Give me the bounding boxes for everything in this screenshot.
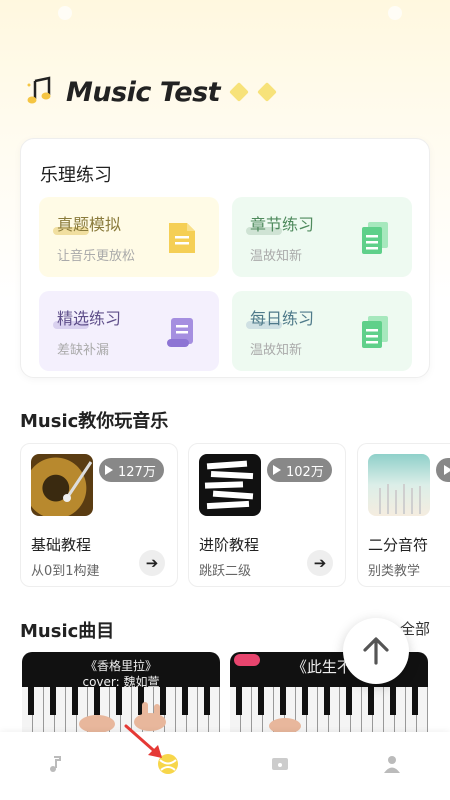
course-subtitle: 跳跃二级 xyxy=(199,564,252,579)
play-icon xyxy=(273,465,281,475)
tile-selected-practice[interactable]: 精选练习 差缺补漏 xyxy=(39,291,219,371)
play-count-badge: 102万 xyxy=(267,458,332,482)
course-card[interactable]: 127万 基础教程 从0到1构建 ➔ xyxy=(20,443,178,587)
folder-music-icon xyxy=(272,758,288,770)
course-thumbnail xyxy=(368,454,430,516)
play-icon xyxy=(105,465,113,475)
course-name: 基础教程 xyxy=(31,536,92,554)
tab-profile[interactable] xyxy=(378,750,406,778)
arrow-right-icon[interactable]: ➔ xyxy=(139,550,165,576)
play-count: 127万 xyxy=(118,464,156,480)
documents-icon xyxy=(360,221,390,259)
tile-title: 精选练习 xyxy=(57,309,122,328)
course-card[interactable]: 二分音符 别类教学 xyxy=(357,443,450,587)
document-icon xyxy=(167,221,197,259)
tile-chapter-practice[interactable]: 章节练习 温故知新 xyxy=(232,197,412,277)
tile-title: 章节练习 xyxy=(250,215,315,234)
tile-title: 真题模拟 xyxy=(57,215,122,234)
songs-section-title: Music曲目 xyxy=(20,621,115,642)
play-count: 102万 xyxy=(286,464,324,480)
tile-subtitle: 差缺补漏 xyxy=(57,343,110,358)
app-header: Music Test xyxy=(22,72,277,112)
user-icon xyxy=(384,756,400,773)
tile-subtitle: 温故知新 xyxy=(250,249,303,264)
play-icon xyxy=(444,465,450,475)
tab-library[interactable] xyxy=(266,750,294,778)
music-note-icon xyxy=(50,756,61,772)
course-card[interactable]: 102万 进阶教程 跳跃二级 ➔ xyxy=(188,443,346,587)
tab-music[interactable] xyxy=(41,750,69,778)
practice-card: 乐理练习 真题模拟 让音乐更放松 章节练习 温故知新 精选练习 差缺补漏 每日练… xyxy=(20,138,430,378)
music-notes-icon xyxy=(22,72,62,112)
red-arrow-annotation xyxy=(124,724,162,758)
course-thumbnail xyxy=(31,454,93,516)
status-icon-right xyxy=(388,6,402,20)
diamond-icon xyxy=(257,82,277,102)
course-name: 进阶教程 xyxy=(199,536,260,554)
course-subtitle: 从0到1构建 xyxy=(31,564,100,579)
course-name: 二分音符 xyxy=(368,536,429,554)
tab-bar xyxy=(0,732,450,800)
course-subtitle: 别类教学 xyxy=(368,564,421,579)
tile-subtitle: 让音乐更放松 xyxy=(57,249,136,264)
course-thumbnail xyxy=(199,454,261,516)
play-count-badge: 127万 xyxy=(99,458,164,482)
courses-section-title: Music教你玩音乐 xyxy=(20,411,169,432)
tile-subtitle: 温故知新 xyxy=(250,343,303,358)
diamond-icon xyxy=(229,82,249,102)
app-title: Music Test xyxy=(66,76,221,108)
scroll-icon xyxy=(165,315,197,353)
arrow-right-icon[interactable]: ➔ xyxy=(307,550,333,576)
practice-section-title: 乐理练习 xyxy=(40,165,112,186)
play-count-badge xyxy=(436,458,450,482)
arrow-up-icon xyxy=(363,637,389,665)
tile-daily-practice[interactable]: 每日练习 温故知新 xyxy=(232,291,412,371)
status-bar xyxy=(0,0,450,28)
documents-icon xyxy=(360,315,390,353)
tile-mock-exam[interactable]: 真题模拟 让音乐更放松 xyxy=(39,197,219,277)
scroll-to-top-button[interactable] xyxy=(343,618,409,684)
tile-title: 每日练习 xyxy=(250,309,315,328)
status-icon-left xyxy=(58,6,72,20)
